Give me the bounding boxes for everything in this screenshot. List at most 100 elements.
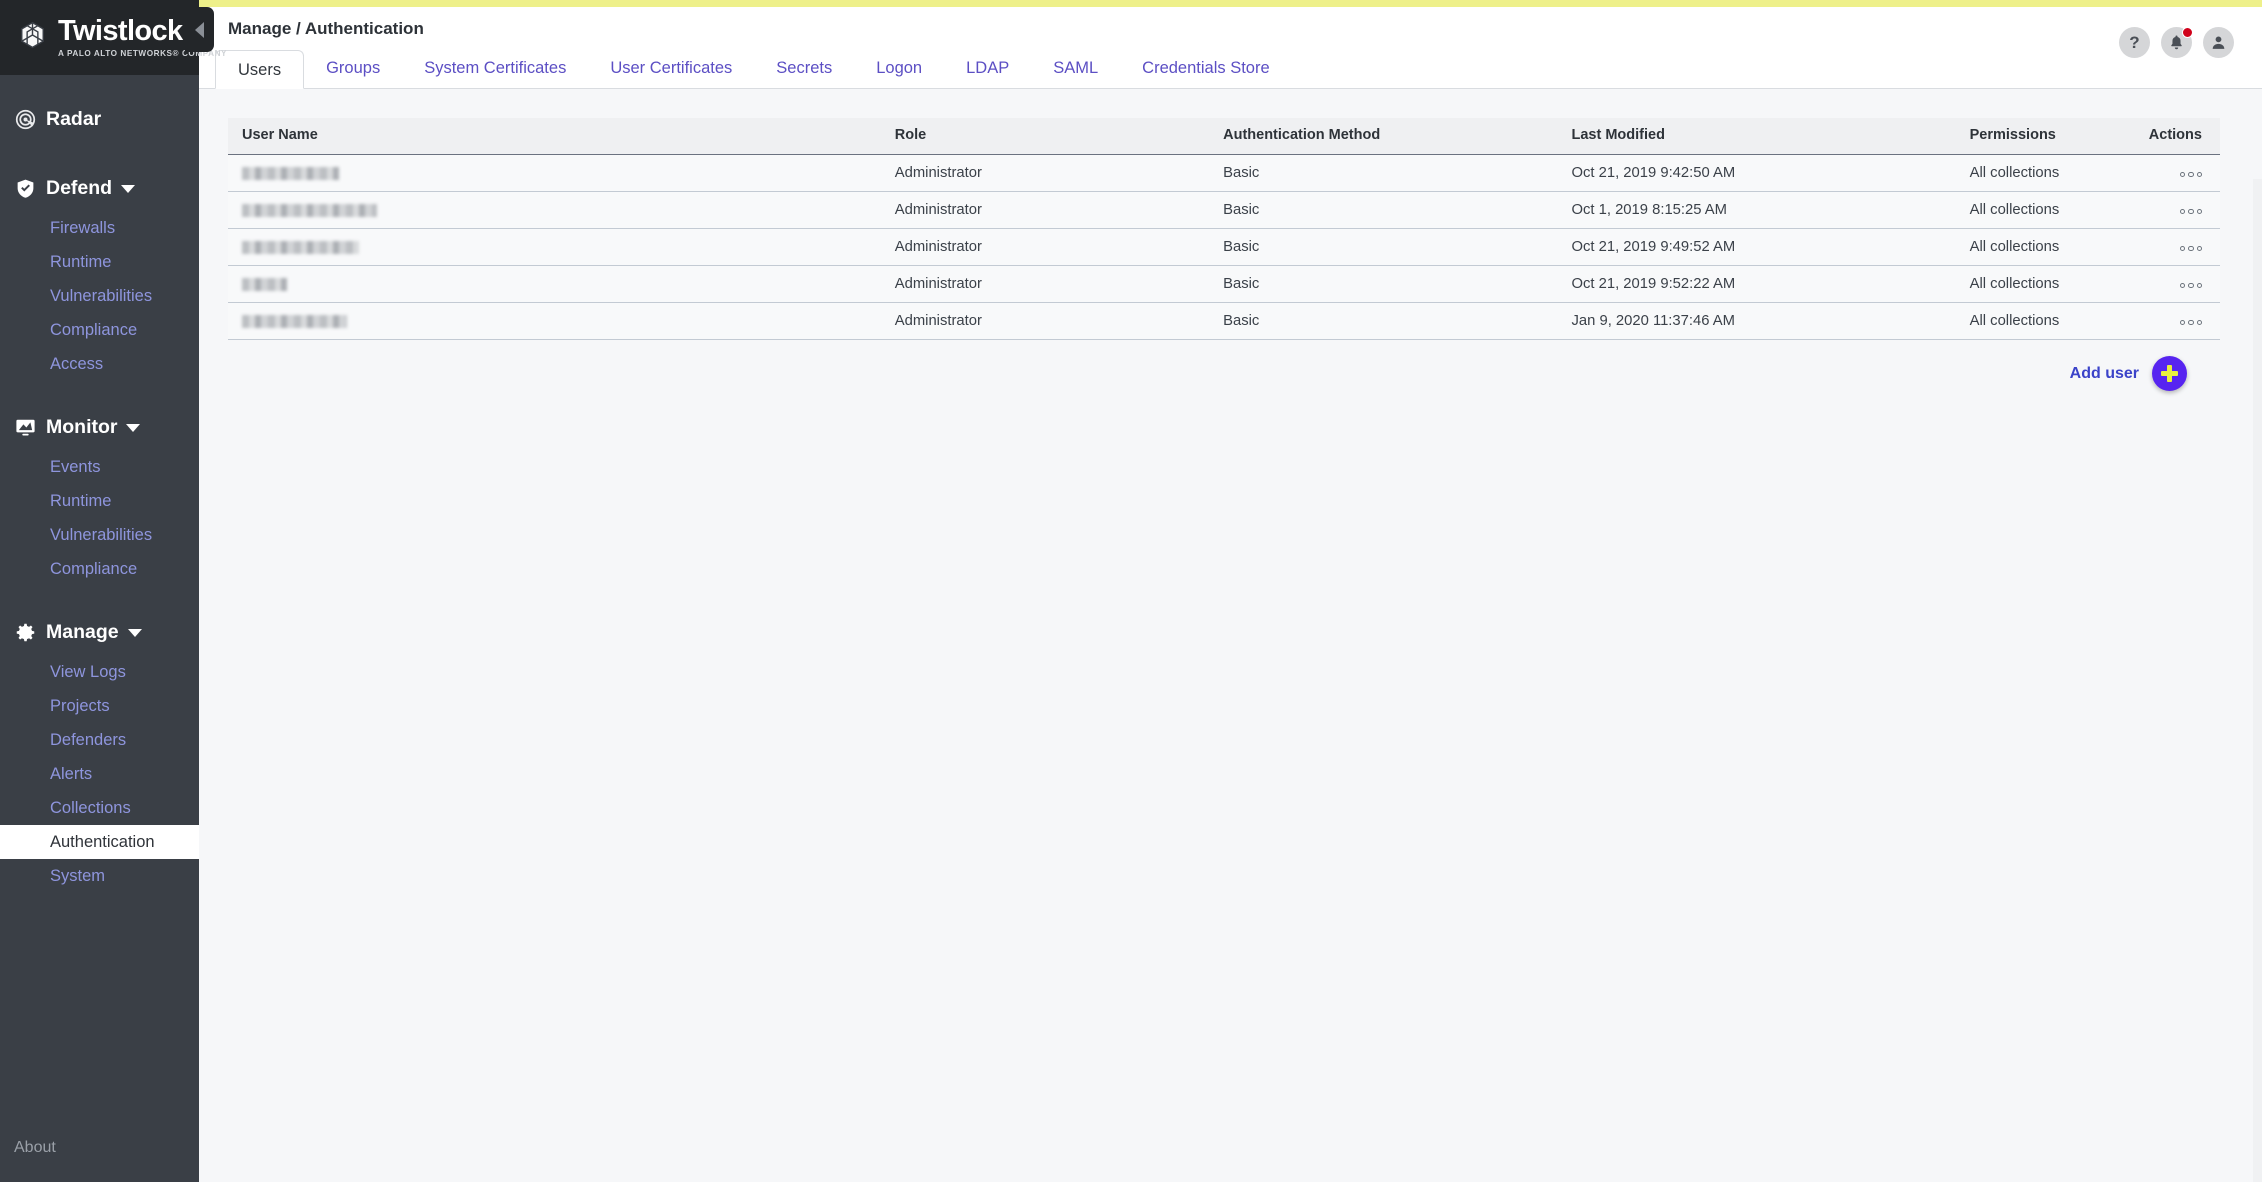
sidebar-nav: RadarDefendFirewallsRuntimeVulnerabiliti… [0, 75, 199, 893]
sidebar-item-alerts[interactable]: Alerts [0, 757, 199, 791]
collapse-left-icon [195, 22, 204, 38]
redacted-user-name [242, 204, 377, 217]
sidebar-item-firewalls[interactable]: Firewalls [0, 211, 199, 245]
chevron-down-icon [128, 629, 142, 637]
tab-user-certificates[interactable]: User Certificates [588, 49, 754, 88]
redacted-user-name [242, 167, 339, 180]
sidebar-group-label: Manage [46, 621, 119, 644]
tab-groups[interactable]: Groups [304, 49, 402, 88]
table-row[interactable]: AdministratorBasicJan 9, 2020 11:37:46 A… [228, 303, 2220, 340]
cell-auth-method: Basic [1223, 155, 1571, 192]
cell-role: Administrator [895, 266, 1223, 303]
sidebar-item-system[interactable]: System [0, 859, 199, 893]
users-table-head: User Name Role Authentication Method Las… [228, 118, 2220, 155]
redacted-user-name [242, 278, 287, 291]
column-header-auth-method[interactable]: Authentication Method [1223, 118, 1571, 155]
column-header-permissions[interactable]: Permissions [1970, 118, 2149, 155]
sidebar-group-header-monitor[interactable]: Monitor [0, 405, 199, 450]
sidebar-group-label: Radar [46, 108, 101, 131]
collapse-sidebar-button[interactable] [185, 7, 214, 52]
sidebar-group-header-manage[interactable]: Manage [0, 610, 199, 655]
twistlock-cube-icon [16, 21, 49, 54]
main-area: Manage / Authentication ? UsersGroupsSys [199, 7, 2262, 1182]
cell-actions [2149, 192, 2220, 229]
sidebar-item-events[interactable]: Events [0, 450, 199, 484]
tab-logon[interactable]: Logon [854, 49, 944, 88]
column-header-user-name[interactable]: User Name [228, 118, 895, 155]
sidebar-group-label: Defend [46, 177, 112, 200]
chevron-down-icon [126, 424, 140, 432]
page-header: Manage / Authentication [199, 7, 2262, 50]
tab-users[interactable]: Users [215, 50, 304, 89]
sidebar-item-compliance[interactable]: Compliance [0, 313, 199, 347]
cell-user-name [228, 266, 895, 303]
cell-last-modified: Oct 21, 2019 9:42:50 AM [1572, 155, 1970, 192]
add-user-label[interactable]: Add user [2070, 365, 2139, 383]
sidebar-item-authentication[interactable]: Authentication [0, 825, 199, 859]
cell-actions [2149, 155, 2220, 192]
sidebar-item-projects[interactable]: Projects [0, 689, 199, 723]
breadcrumb: Manage / Authentication [228, 19, 424, 39]
table-row[interactable]: AdministratorBasicOct 21, 2019 9:49:52 A… [228, 229, 2220, 266]
sidebar-item-vulnerabilities[interactable]: Vulnerabilities [0, 518, 199, 552]
cell-actions [2149, 266, 2220, 303]
sidebar-group-label: Monitor [46, 416, 117, 439]
notification-badge [2182, 27, 2193, 38]
users-table-wrap: User Name Role Authentication Method Las… [199, 89, 2262, 391]
radar-icon [14, 109, 36, 131]
sidebar-item-access[interactable]: Access [0, 347, 199, 381]
column-header-last-modified[interactable]: Last Modified [1572, 118, 1970, 155]
tab-system-certificates[interactable]: System Certificates [402, 49, 588, 88]
gear-icon [14, 622, 36, 644]
tab-credentials-store[interactable]: Credentials Store [1120, 49, 1291, 88]
cell-actions [2149, 303, 2220, 340]
sidebar-item-vulnerabilities[interactable]: Vulnerabilities [0, 279, 199, 313]
users-table: User Name Role Authentication Method Las… [228, 118, 2220, 340]
cell-permissions: All collections [1970, 229, 2149, 266]
sidebar-group-header-radar[interactable]: Radar [0, 97, 199, 142]
monitor-icon [14, 417, 36, 439]
cell-auth-method: Basic [1223, 303, 1571, 340]
sidebar-item-collections[interactable]: Collections [0, 791, 199, 825]
sidebar-group-defend: Defend FirewallsRuntimeVulnerabilitiesCom… [0, 166, 199, 381]
more-actions-icon[interactable] [2180, 283, 2203, 289]
notifications-bell-icon [2168, 34, 2185, 51]
tab-secrets[interactable]: Secrets [754, 49, 854, 88]
user-avatar-icon [2210, 34, 2227, 51]
more-actions-icon[interactable] [2180, 172, 2203, 178]
sidebar-item-view-logs[interactable]: View Logs [0, 655, 199, 689]
column-header-actions: Actions [2149, 118, 2220, 155]
cell-permissions: All collections [1970, 303, 2149, 340]
vertical-scrollbar[interactable] [2253, 179, 2262, 1182]
sidebar-item-runtime[interactable]: Runtime [0, 245, 199, 279]
more-actions-icon[interactable] [2180, 209, 2203, 215]
cell-role: Administrator [895, 192, 1223, 229]
cell-auth-method: Basic [1223, 192, 1571, 229]
sidebar-item-defenders[interactable]: Defenders [0, 723, 199, 757]
tab-ldap[interactable]: LDAP [944, 49, 1031, 88]
column-header-role[interactable]: Role [895, 118, 1223, 155]
more-actions-icon[interactable] [2180, 246, 2203, 252]
add-user-button[interactable] [2152, 356, 2187, 391]
brand-header[interactable]: Twistlock A PALO ALTO NETWORKS® COMPANY [0, 0, 199, 75]
about-link[interactable]: About [14, 1140, 199, 1182]
table-row[interactable]: AdministratorBasicOct 21, 2019 9:52:22 A… [228, 266, 2220, 303]
content-area: User Name Role Authentication Method Las… [199, 89, 2262, 1182]
tab-saml[interactable]: SAML [1031, 49, 1120, 88]
users-table-body: AdministratorBasicOct 21, 2019 9:42:50 A… [228, 155, 2220, 340]
redacted-user-name [242, 241, 359, 254]
cell-role: Administrator [895, 303, 1223, 340]
sidebar: Twistlock A PALO ALTO NETWORKS® COMPANY … [0, 0, 199, 1182]
sidebar-item-compliance[interactable]: Compliance [0, 552, 199, 586]
cell-auth-method: Basic [1223, 266, 1571, 303]
table-row[interactable]: AdministratorBasicOct 1, 2019 8:15:25 AM… [228, 192, 2220, 229]
sidebar-footer: About Evaluation 19.07359 [14, 1140, 199, 1182]
sidebar-item-runtime[interactable]: Runtime [0, 484, 199, 518]
sidebar-group-header-defend[interactable]: Defend [0, 166, 199, 211]
more-actions-icon[interactable] [2180, 320, 2203, 326]
cell-role: Administrator [895, 155, 1223, 192]
table-row[interactable]: AdministratorBasicOct 21, 2019 9:42:50 A… [228, 155, 2220, 192]
cell-permissions: All collections [1970, 155, 2149, 192]
cell-role: Administrator [895, 229, 1223, 266]
cell-last-modified: Oct 1, 2019 8:15:25 AM [1572, 192, 1970, 229]
